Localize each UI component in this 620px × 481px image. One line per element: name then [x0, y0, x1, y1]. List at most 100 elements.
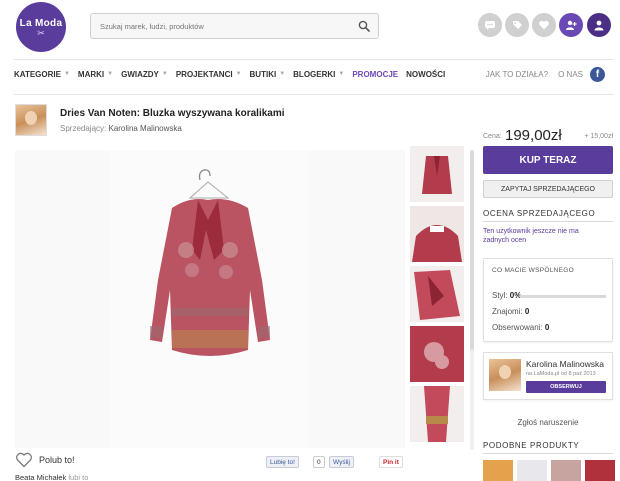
- similar-product-2[interactable]: [517, 460, 547, 481]
- user-profile-icon[interactable]: [587, 13, 611, 37]
- common-followers-row: Obserwowani: 0: [492, 323, 549, 332]
- friends-label: Znajomi:: [492, 307, 523, 316]
- report-abuse-link[interactable]: Zgłoś naruszenie: [483, 418, 613, 427]
- common-friends-row: Znajomi: 0: [492, 307, 529, 316]
- search-box[interactable]: [90, 13, 379, 39]
- thumbnail-4[interactable]: [410, 326, 464, 382]
- nav-item-label: PROMOCJE: [352, 69, 399, 79]
- common-style-row: Styl: 0%: [492, 291, 521, 300]
- send-label: Wyślij: [333, 458, 350, 466]
- product-seller: Sprzedający: Karolina Malinowska: [60, 124, 182, 133]
- price-label: Cena:: [483, 133, 502, 140]
- facebook-like-count: 0: [313, 456, 325, 468]
- similar-products-list: [483, 460, 620, 481]
- chevron-down-icon: ▼: [107, 71, 114, 77]
- product-main-image[interactable]: [15, 150, 405, 448]
- nav-item-label: PROJEKTANCI: [175, 69, 233, 79]
- chevron-down-icon: ▼: [279, 71, 286, 77]
- style-label: Styl:: [492, 291, 508, 300]
- nav-item-projektanci[interactable]: PROJEKTANCI ▼: [176, 70, 242, 79]
- chevron-down-icon: ▼: [63, 71, 70, 77]
- nav-item-label: GWIAZDY: [121, 69, 159, 79]
- nav-item-label: KATEGORIE: [14, 69, 61, 79]
- add-user-icon[interactable]: [559, 13, 583, 37]
- friends-value: 0: [524, 307, 530, 316]
- seller-card-name[interactable]: Karolina Malinowska: [526, 359, 604, 369]
- liker-info: Beata Michałek lubi to: [15, 473, 88, 481]
- thumbnail-scrollbar[interactable]: [470, 150, 474, 450]
- seller-card-avatar[interactable]: [489, 359, 521, 391]
- facebook-send-button[interactable]: Wyślij: [329, 456, 354, 468]
- site-header: La Moda ✂: [0, 0, 620, 52]
- nav-item-label: NOWOŚCI: [406, 69, 446, 79]
- style-progress-bar: [520, 295, 606, 298]
- similar-product-3[interactable]: [551, 460, 581, 481]
- price-row: Cena: 199,00zł + 15,00zł: [483, 127, 613, 145]
- liker-tail: lubi to: [68, 473, 89, 481]
- thumbnail-5[interactable]: [410, 386, 464, 442]
- seller-avatar[interactable]: [15, 104, 47, 136]
- site-logo[interactable]: La Moda ✂: [16, 2, 66, 52]
- nav-item-gwiazdy[interactable]: GWIAZDY ▼: [121, 70, 168, 79]
- nav-divider-top: [14, 59, 614, 60]
- seller-rating-title: OCENA SPRZEDAJĄCEGO: [483, 209, 596, 218]
- similar-product-1[interactable]: [483, 460, 513, 481]
- thumbnail-list: [410, 146, 464, 446]
- follow-button[interactable]: OBSERWUJ: [526, 381, 606, 393]
- ask-seller-button[interactable]: ZAPYTAJ SPRZEDAJĄCEGO: [483, 180, 613, 198]
- like-label: Polub to!: [39, 455, 75, 465]
- nav-item-nowosci[interactable]: NOWOŚCI: [406, 70, 445, 79]
- chevron-down-icon: ▼: [161, 71, 168, 77]
- followers-label: Obserwowani:: [492, 323, 543, 332]
- nav-item-marki[interactable]: MARKI ▼: [78, 70, 113, 79]
- section-divider: [483, 221, 613, 222]
- nav-divider-bottom: [14, 94, 614, 95]
- nav-item-kategorie[interactable]: KATEGORIE ▼: [14, 70, 70, 79]
- how-it-works-link[interactable]: JAK TO DZIAŁA?: [486, 70, 548, 79]
- scissors-icon: ✂: [37, 27, 45, 38]
- pinterest-button[interactable]: Pin it: [379, 456, 403, 468]
- facebook-like-button[interactable]: Lubię to!: [266, 456, 299, 468]
- search-icon[interactable]: [358, 20, 370, 32]
- facebook-icon[interactable]: f: [590, 66, 605, 82]
- common-interests-box: CO MACIE WSPÓLNEGO Styl: 0% Znajomi: 0 O…: [483, 258, 613, 342]
- fb-like-label: Lubię to!: [270, 458, 295, 466]
- thumbnail-3[interactable]: [410, 266, 464, 322]
- chevron-down-icon: ▼: [338, 71, 345, 77]
- section-divider: [483, 453, 613, 454]
- logo-text: La Moda: [19, 17, 63, 29]
- seller-card-since: na LaModa.pl od 8 paź 2013: [526, 371, 596, 377]
- nav-item-label: MARKI: [77, 69, 105, 79]
- heart-icon[interactable]: [532, 13, 556, 37]
- nav-item-butiki[interactable]: BUTIKI ▼: [250, 70, 286, 79]
- thumbnail-2[interactable]: [410, 206, 464, 262]
- messages-icon[interactable]: [478, 13, 502, 37]
- main-nav: KATEGORIE ▼ MARKI ▼ GWIAZDY ▼ PROJEKTANCI ▼ …: [14, 64, 453, 84]
- buy-now-button[interactable]: KUP TERAZ: [483, 146, 613, 174]
- price-value: 199,00zł: [505, 127, 562, 144]
- pin-label: Pin it: [383, 458, 399, 466]
- liker-name-link[interactable]: Beata Michałek: [15, 473, 66, 481]
- rating-note: Ten użytkownik jeszcze nie ma żadnych oc…: [483, 228, 579, 244]
- search-input[interactable]: [91, 14, 341, 38]
- tag-icon[interactable]: [505, 13, 529, 37]
- fb-count-value: 0: [317, 458, 321, 466]
- thumbnail-1[interactable]: [410, 146, 464, 202]
- like-button[interactable]: Polub to!: [15, 452, 75, 468]
- nav-item-label: BLOGERKI: [293, 69, 336, 79]
- nav-item-label: BUTIKI: [249, 69, 277, 79]
- nav-item-promocje[interactable]: PROMOCJE: [352, 70, 398, 79]
- seller-name-link[interactable]: Karolina Malinowska: [108, 124, 181, 133]
- heart-outline-icon: [16, 452, 32, 468]
- nav-secondary: JAK TO DZIAŁA? O NAS f: [476, 64, 605, 84]
- chevron-down-icon: ▼: [235, 71, 242, 77]
- similar-products-title: PODOBNE PRODUKTY: [483, 441, 580, 450]
- followers-value: 0: [544, 323, 550, 332]
- blouse-illustration: [150, 169, 270, 356]
- seller-label: Sprzedający:: [60, 124, 107, 133]
- similar-product-4[interactable]: [585, 460, 615, 481]
- product-title: Dries Van Noten: Bluzka wyszywana korali…: [60, 108, 285, 119]
- common-title: CO MACIE WSPÓLNEGO: [492, 267, 574, 274]
- about-link[interactable]: O NAS: [558, 70, 583, 79]
- nav-item-blogerki[interactable]: BLOGERKI ▼: [293, 70, 344, 79]
